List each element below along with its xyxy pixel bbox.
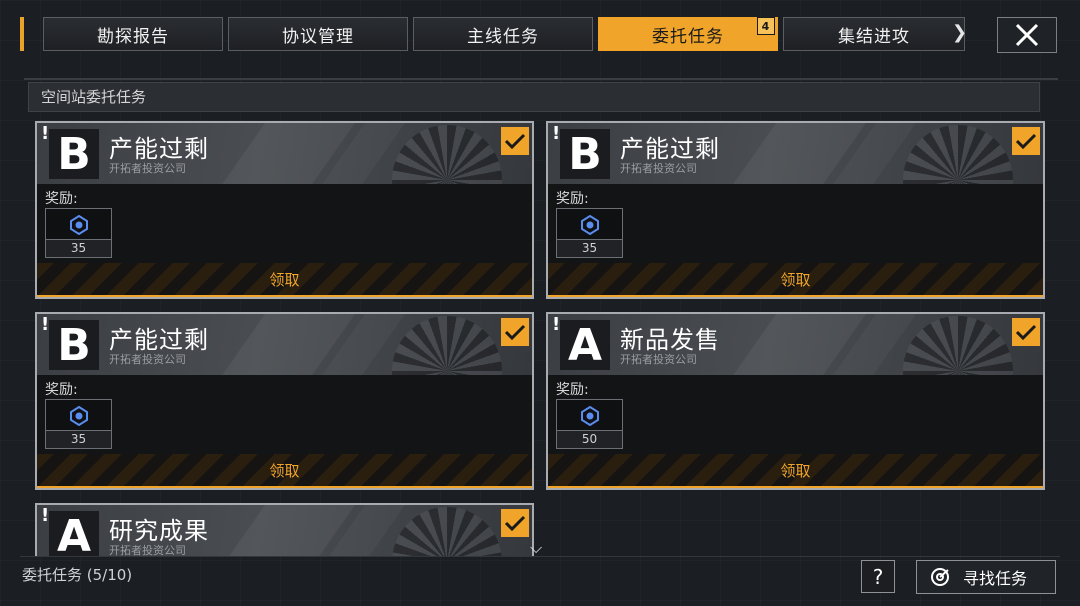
reward-item[interactable]: 35 (556, 208, 623, 258)
reward-label: 奖励: (45, 191, 78, 207)
close-button[interactable] (997, 17, 1057, 53)
alert-icon: ! (41, 505, 50, 526)
card-body: 奖励: 50 (548, 375, 1043, 456)
credit-gem-icon (69, 215, 88, 235)
reward-item[interactable]: 35 (45, 399, 112, 449)
tab-exploration-report[interactable]: 勘探报告 (43, 17, 223, 51)
tab-label: 委托任务 (652, 26, 724, 47)
task-company: 开拓者投资公司 (620, 353, 697, 366)
card-header: B ! 产能过剩 开拓者投资公司 (37, 314, 532, 375)
divider (20, 556, 1060, 557)
tab-protocol-management[interactable]: 协议管理 (228, 17, 408, 51)
claim-button[interactable]: 领取 (37, 454, 532, 488)
task-progress: 委托任务 (5/10) (22, 566, 133, 584)
task-title: 产能过剩 (109, 326, 209, 354)
task-company: 开拓者投资公司 (109, 162, 186, 175)
tab-label: 主线任务 (467, 26, 539, 47)
reward-count: 35 (557, 239, 622, 257)
tab-rally-assault[interactable]: 集结进攻 (783, 17, 965, 51)
claim-button[interactable]: 领取 (548, 454, 1043, 488)
task-card[interactable]: B ! 产能过剩 开拓者投资公司 奖励: 35 领取 (35, 121, 534, 299)
reward-count: 35 (46, 239, 111, 257)
checkmark-icon[interactable] (1012, 127, 1040, 155)
reward-item[interactable]: 50 (556, 399, 623, 449)
task-company: 开拓者投资公司 (620, 162, 697, 175)
reward-label: 奖励: (45, 382, 78, 398)
task-title: 新品发售 (620, 326, 720, 354)
tab-label: 协议管理 (282, 26, 354, 47)
chevron-right-icon[interactable]: ❯ (952, 22, 967, 43)
checkmark-icon[interactable] (501, 127, 529, 155)
section-title: 空间站委托任务 (28, 82, 1040, 112)
tabbar-accent (20, 17, 24, 51)
divider (24, 78, 1058, 80)
task-card[interactable]: B ! 产能过剩 开拓者投资公司 奖励: 35 领取 (546, 121, 1045, 299)
help-button[interactable]: ? (861, 560, 895, 593)
task-title: 研究成果 (109, 517, 209, 545)
tab-main-missions[interactable]: 主线任务 (413, 17, 593, 51)
reward-count: 50 (557, 430, 622, 448)
credit-gem-icon (69, 406, 88, 426)
rank-badge: A (49, 511, 99, 556)
checkmark-icon[interactable] (1012, 318, 1040, 346)
card-body: 奖励: 35 (37, 184, 532, 265)
chevron-down-icon[interactable]: ⌵ (530, 538, 542, 558)
credit-gem-icon (580, 406, 599, 426)
card-body: 奖励: 35 (37, 375, 532, 456)
rank-badge: A (560, 320, 610, 371)
task-card[interactable]: A ! 研究成果 开拓者投资公司 (35, 503, 534, 556)
card-header: A ! 新品发售 开拓者投资公司 (548, 314, 1043, 375)
task-card[interactable]: A ! 新品发售 开拓者投资公司 奖励: 50 领取 (546, 312, 1045, 490)
checkmark-icon[interactable] (501, 509, 529, 537)
claim-button[interactable]: 领取 (37, 263, 532, 297)
close-icon (1015, 23, 1039, 47)
alert-icon: ! (552, 314, 561, 335)
task-title: 产能过剩 (109, 135, 209, 163)
task-title: 产能过剩 (620, 135, 720, 163)
task-company: 开拓者投资公司 (109, 544, 186, 556)
help-icon: ? (872, 564, 884, 589)
credit-gem-icon (580, 215, 599, 235)
tab-commission-missions[interactable]: 委托任务 4 (598, 17, 778, 51)
rank-badge: B (49, 129, 99, 180)
reward-label: 奖励: (556, 191, 589, 207)
card-header: A ! 研究成果 开拓者投资公司 (37, 505, 532, 556)
tab-label: 勘探报告 (97, 26, 169, 47)
card-body: 奖励: 35 (548, 184, 1043, 265)
alert-icon: ! (552, 123, 561, 144)
reward-item[interactable]: 35 (45, 208, 112, 258)
tab-badge: 4 (757, 17, 775, 35)
alert-icon: ! (41, 123, 50, 144)
rank-badge: B (560, 129, 610, 180)
rank-badge: B (49, 320, 99, 371)
alert-icon: ! (41, 314, 50, 335)
reward-count: 35 (46, 430, 111, 448)
claim-button[interactable]: 领取 (548, 263, 1043, 297)
card-header: B ! 产能过剩 开拓者投资公司 (548, 123, 1043, 184)
reward-label: 奖励: (556, 382, 589, 398)
card-header: B ! 产能过剩 开拓者投资公司 (37, 123, 532, 184)
checkmark-icon[interactable] (501, 318, 529, 346)
find-task-label: 寻找任务 (963, 569, 1028, 588)
task-company: 开拓者投资公司 (109, 353, 186, 366)
radar-search-icon (931, 568, 949, 586)
tab-label: 集结进攻 (838, 26, 910, 47)
task-card[interactable]: B ! 产能过剩 开拓者投资公司 奖励: 35 领取 (35, 312, 534, 490)
find-task-button[interactable]: 寻找任务 (916, 560, 1056, 594)
